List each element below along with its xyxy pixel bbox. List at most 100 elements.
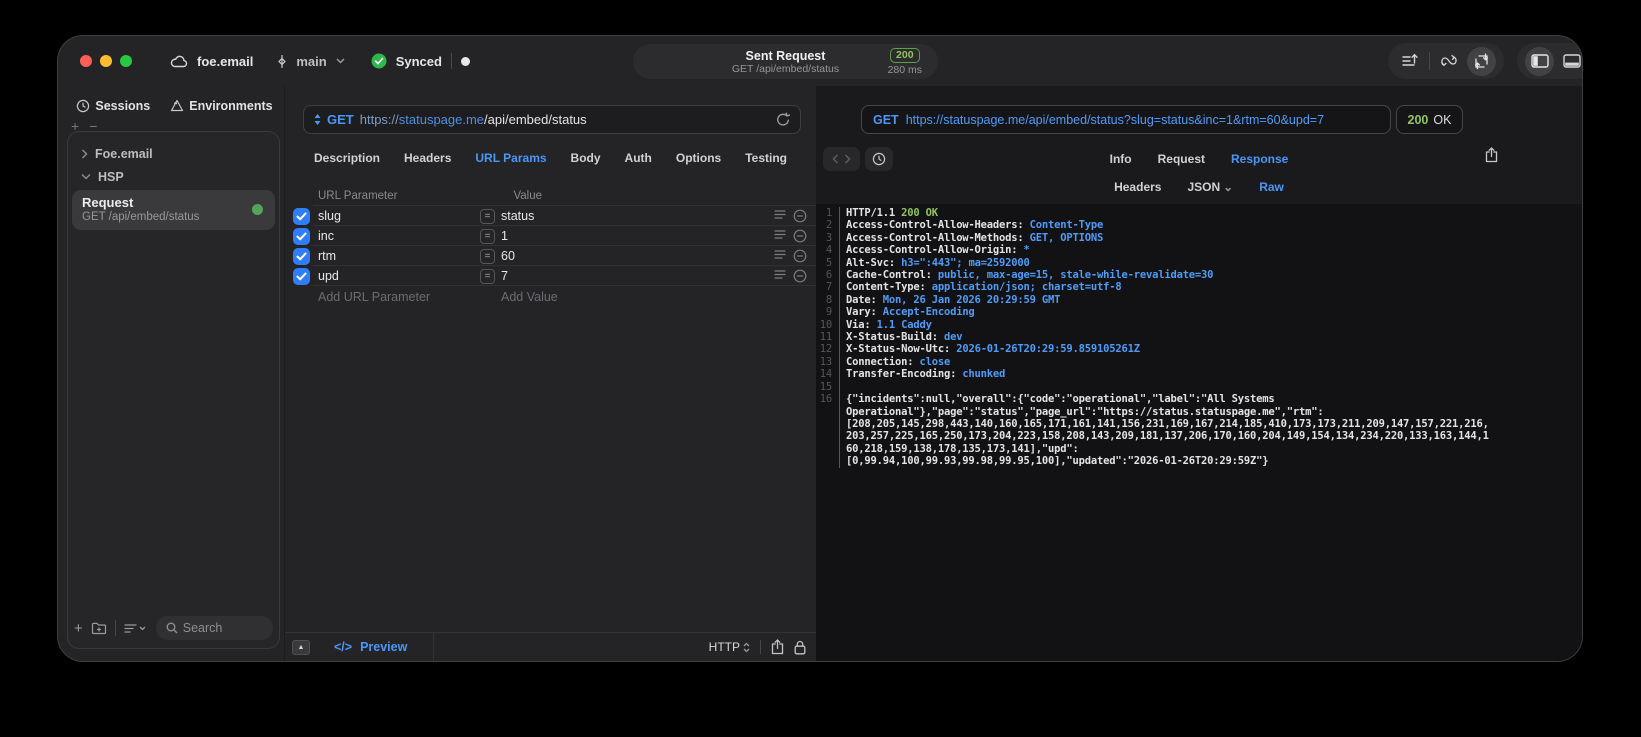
remove-param-icon[interactable] <box>793 249 807 263</box>
equals-operator-icon[interactable]: = <box>480 228 495 244</box>
line-content: Date: Mon, 26 Jan 2026 20:29:59 GMT <box>839 293 1060 307</box>
equals-operator-icon[interactable]: = <box>480 248 495 264</box>
preview-button[interactable]: </> Preview <box>334 640 407 654</box>
tab-environments-label: Environments <box>189 99 273 113</box>
param-name-field[interactable]: inc <box>318 229 480 243</box>
tab-testing[interactable]: Testing <box>745 151 787 165</box>
collapse-panel-button[interactable]: ▲ <box>292 639 310 655</box>
sent-request-pill[interactable]: Sent Request GET /api/embed/status 200 2… <box>633 44 938 79</box>
remove-param-icon[interactable] <box>793 209 807 223</box>
tab-auth[interactable]: Auth <box>625 151 652 165</box>
param-row-upd: upd = 7 <box>285 266 816 286</box>
request-list-item-selected[interactable]: Request GET /api/embed/status <box>72 190 275 230</box>
request-url-bar[interactable]: GET https://statuspage.me/api/embed/stat… <box>303 105 801 134</box>
param-value-field[interactable]: 1 <box>501 229 774 243</box>
reorder-handle-icon[interactable] <box>774 249 786 263</box>
line-content: Access-Control-Allow-Methods: GET, OPTIO… <box>839 231 1103 245</box>
subtab-json[interactable]: JSON ⌄ <box>1187 180 1233 194</box>
request-panel: GET https://statuspage.me/api/embed/stat… <box>284 86 816 661</box>
equals-operator-icon[interactable]: = <box>480 268 495 284</box>
minimize-button[interactable] <box>100 55 112 67</box>
tree-item-label: Foe.email <box>95 146 153 161</box>
refresh-icon[interactable] <box>776 112 790 127</box>
param-checkbox[interactable] <box>293 207 310 225</box>
line-content: Vary: Accept-Encoding <box>839 306 975 319</box>
equals-operator-icon[interactable]: = <box>480 208 495 224</box>
method-stepper-icon[interactable] <box>314 114 321 125</box>
protocol-selector[interactable]: HTTP <box>709 640 750 654</box>
toggle-bottom-panel-button[interactable] <box>1556 45 1582 77</box>
subtab-raw[interactable]: Raw <box>1259 180 1284 194</box>
search-input[interactable]: Search <box>155 616 273 640</box>
compare-flows-button[interactable] <box>1433 45 1465 77</box>
param-value-field[interactable]: 60 <box>501 249 774 263</box>
search-icon <box>166 622 178 634</box>
tab-description[interactable]: Description <box>314 151 380 165</box>
zoom-button[interactable] <box>120 55 132 67</box>
tab-sessions[interactable]: Sessions <box>76 99 150 113</box>
add-request-button[interactable]: + <box>74 620 83 637</box>
import-export-button[interactable] <box>1467 46 1496 76</box>
param-name-field[interactable]: rtm <box>318 249 480 263</box>
param-checkbox[interactable] <box>293 247 310 265</box>
tab-info[interactable]: Info <box>1110 152 1132 166</box>
tab-request[interactable]: Request <box>1158 152 1205 166</box>
column-header-name: URL Parameter <box>318 190 398 202</box>
param-name-field[interactable]: slug <box>318 209 480 223</box>
response-line: [208,205,145,298,443,140,160,165,171,161… <box>816 417 1582 431</box>
line-content: 60,218,159,138,178,135,173,141],"upd": <box>839 442 1079 456</box>
request-method[interactable]: GET <box>327 112 354 127</box>
param-checkbox[interactable] <box>293 227 310 245</box>
line-number: 13 <box>819 355 832 368</box>
sync-status[interactable]: Synced <box>396 54 442 69</box>
param-checkbox[interactable] <box>293 267 310 285</box>
response-line: 15 <box>816 380 1582 394</box>
tree-item-foe-email[interactable]: Foe.email <box>68 142 279 165</box>
response-console[interactable]: 1 HTTP/1.1 200 OK 2 Access-Control-Allow-He… <box>816 204 1582 661</box>
tab-url-params[interactable]: URL Params <box>475 151 546 165</box>
add-url-parameter-field[interactable]: Add URL Parameter <box>318 290 501 304</box>
subtab-headers[interactable]: Headers <box>1114 180 1161 194</box>
branch-name[interactable]: main <box>296 54 326 69</box>
new-folder-icon[interactable] <box>91 621 107 635</box>
line-content: Operational"},"page":"status","page_url"… <box>839 405 1324 418</box>
project-name[interactable]: foe.email <box>197 54 253 69</box>
tab-response[interactable]: Response <box>1231 152 1288 166</box>
tree-item-hsp[interactable]: HSP <box>68 165 279 188</box>
tab-headers[interactable]: Headers <box>404 151 451 165</box>
response-url: https://statuspage.me/api/embed/status?s… <box>905 112 1325 127</box>
add-value-field[interactable]: Add Value <box>501 290 558 304</box>
response-line: 2 Access-Control-Allow-Headers: Content-T… <box>816 219 1582 232</box>
toggle-sidebar-button[interactable] <box>1525 46 1554 76</box>
export-response-icon[interactable] <box>1485 147 1498 163</box>
environments-icon <box>170 99 184 113</box>
reorder-handle-icon[interactable] <box>774 209 786 223</box>
param-value-field[interactable]: 7 <box>501 269 774 283</box>
param-name-field[interactable]: upd <box>318 269 480 283</box>
status-badge: 200 <box>890 48 920 63</box>
lock-icon[interactable] <box>794 640 806 655</box>
share-icon[interactable] <box>771 639 784 655</box>
sort-options-button[interactable] <box>124 623 146 634</box>
chevron-right-icon[interactable] <box>81 148 88 159</box>
line-content: 203,257,225,165,250,173,204,223,158,208,… <box>839 430 1489 443</box>
chevron-down-icon[interactable] <box>81 173 91 180</box>
chevron-down-icon[interactable] <box>336 58 345 64</box>
tab-body[interactable]: Body <box>571 151 601 165</box>
response-url-box[interactable]: GET https://statuspage.me/api/embed/stat… <box>861 105 1391 134</box>
response-line: 5 Alt-Svc: h3=":443"; ma=2592000 <box>816 256 1582 270</box>
close-button[interactable] <box>80 55 92 67</box>
remove-param-icon[interactable] <box>793 269 807 283</box>
reorder-handle-icon[interactable] <box>774 229 786 243</box>
request-order-button[interactable] <box>1394 45 1426 77</box>
param-value-field[interactable]: status <box>501 209 774 223</box>
response-line: 9 Vary: Accept-Encoding <box>816 306 1582 319</box>
session-dot[interactable] <box>460 56 470 66</box>
tab-environments[interactable]: Environments <box>170 99 273 113</box>
request-url[interactable]: https://statuspage.me/api/embed/status <box>360 112 587 127</box>
line-content <box>839 380 852 394</box>
remove-param-icon[interactable] <box>793 229 807 243</box>
reorder-handle-icon[interactable] <box>774 269 786 283</box>
tab-options[interactable]: Options <box>676 151 721 165</box>
line-content: HTTP/1.1 200 OK <box>839 207 938 220</box>
